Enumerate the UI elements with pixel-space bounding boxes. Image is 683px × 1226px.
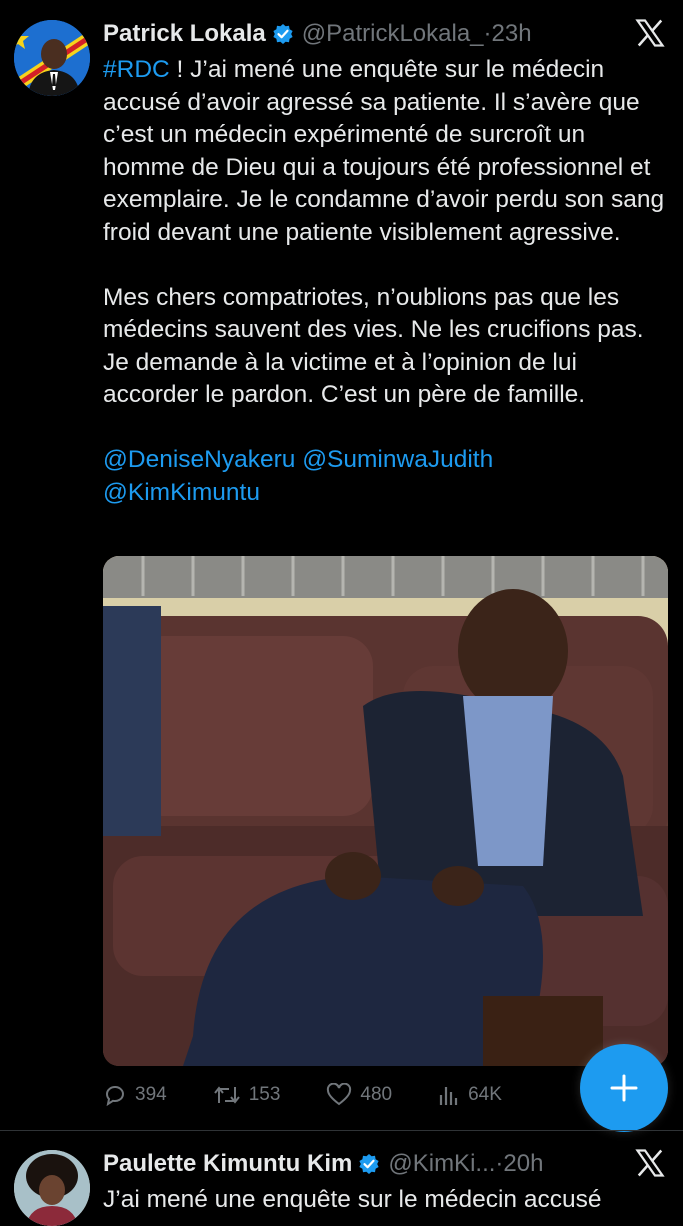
tweet-text: J’ai mené une enquête sur le médecin acc…	[103, 1186, 602, 1213]
mention-link[interactable]: @SuminwaJudith	[302, 446, 493, 473]
timestamp[interactable]: 20h	[503, 1150, 543, 1178]
avatar[interactable]	[14, 20, 90, 96]
paragraph-1-text: ! J’ai mené une enquête sur le médecin a…	[103, 56, 665, 246]
tweet-header: Patrick Lokala @PatrickLokala_ · 23h	[103, 16, 663, 52]
plus-icon	[610, 1074, 638, 1102]
reply-icon	[106, 1086, 124, 1107]
separator-dot: ·	[483, 20, 492, 47]
like-button[interactable]: 480	[326, 1083, 392, 1107]
separator-dot: ·	[495, 1150, 504, 1177]
author-name[interactable]: Paulette Kimuntu Kim	[103, 1150, 352, 1178]
timestamp[interactable]: 23h	[492, 20, 532, 48]
repost-icon	[213, 1086, 240, 1104]
tweet-photo[interactable]	[103, 556, 668, 1066]
views-icon	[440, 1087, 458, 1105]
verified-badge-icon	[359, 1154, 379, 1174]
verified-badge-icon	[273, 24, 293, 44]
x-logo-icon	[635, 1149, 665, 1177]
reply-button[interactable]: 394	[103, 1083, 167, 1107]
tweet-actions: 394 153 480 64K	[103, 1076, 583, 1114]
avatar[interactable]	[14, 1150, 90, 1226]
mention-link[interactable]: @KimKimuntu	[103, 479, 260, 506]
tweet-divider	[0, 1130, 683, 1131]
tweet-paragraph-1: #RDC ! J’ai mené une enquête sur le méde…	[103, 54, 668, 249]
heart-icon	[327, 1083, 352, 1106]
x-logo-icon	[635, 19, 665, 47]
views-button[interactable]: 64K	[438, 1083, 502, 1107]
compose-button[interactable]	[580, 1044, 668, 1132]
views-count: 64K	[468, 1084, 502, 1105]
author-name[interactable]: Patrick Lokala	[103, 20, 266, 48]
reply-count: 394	[135, 1084, 167, 1105]
paragraph-2-text: Mes chers compatriotes, n’oublions pas q…	[103, 283, 644, 409]
tweet-header: Paulette Kimuntu Kim @KimKi... · 20h	[103, 1146, 663, 1182]
author-handle[interactable]: @PatrickLokala_	[302, 20, 484, 48]
mentions: @DeniseNyakeru @SuminwaJudith @KimKimunt…	[103, 444, 668, 509]
tweet-text: #RDC ! J’ai mené une enquête sur le méde…	[103, 54, 668, 509]
like-count: 480	[360, 1084, 393, 1105]
hashtag-link[interactable]: #RDC	[103, 56, 170, 83]
mention-link[interactable]: @DeniseNyakeru	[103, 446, 295, 473]
repost-count: 153	[248, 1084, 281, 1105]
repost-button[interactable]: 153	[213, 1083, 281, 1107]
author-handle[interactable]: @KimKi...	[388, 1150, 495, 1178]
